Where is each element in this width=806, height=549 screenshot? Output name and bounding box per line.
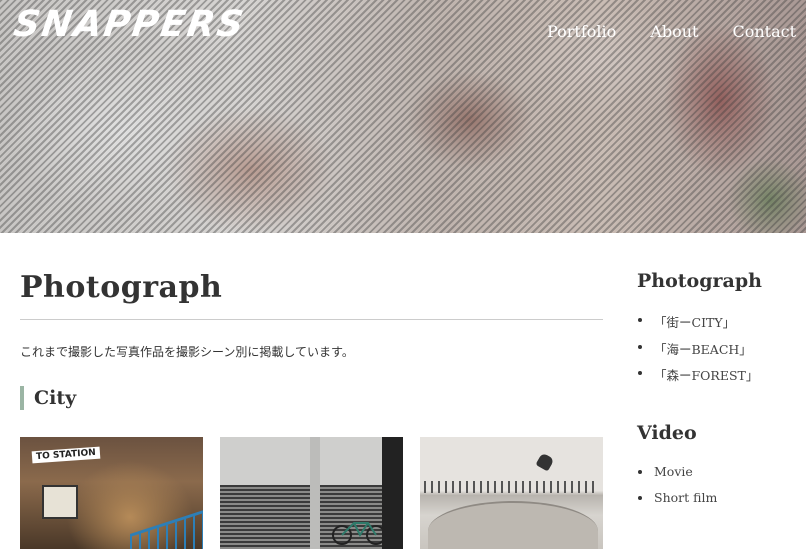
page-title: Photograph: [20, 270, 223, 305]
pillar-shape: [310, 437, 320, 549]
sidebar-section-video: Video Movie Short film: [637, 422, 802, 517]
crowd-shape: [424, 481, 599, 493]
photo-gallery: TO STATION: [20, 437, 603, 549]
bicycle-icon: [332, 522, 386, 545]
railing-shape: [130, 508, 203, 549]
skate-bowl-shape: [428, 501, 598, 549]
sidebar: Photograph 「街ーCITY」 「海ーBEACH」 「森ーFOREST」…: [637, 270, 802, 517]
sidebar-title-photograph: Photograph: [637, 270, 762, 292]
main-content: Photograph これまで撮影した写真作品を撮影シーン別に掲載しています。 …: [20, 270, 603, 549]
shutter-shape: [220, 485, 310, 549]
sidebar-item-forest[interactable]: 「森ーFOREST」: [637, 365, 802, 392]
photo-thumbnail-shutters[interactable]: [220, 437, 403, 549]
skater-shape: [535, 452, 555, 472]
sidebar-item-city[interactable]: 「街ーCITY」: [637, 312, 802, 339]
poster-shape: [42, 485, 78, 519]
station-sign: TO STATION: [31, 446, 101, 464]
intro-text: これまで撮影した写真作品を撮影シーン別に掲載しています。: [20, 345, 354, 359]
nav-link-contact[interactable]: Contact: [732, 22, 796, 41]
nav-link-about[interactable]: About: [650, 22, 698, 41]
site-logo[interactable]: SNAPPERS: [11, 4, 248, 45]
main-nav: Portfolio About Contact: [547, 22, 796, 41]
nav-link-portfolio[interactable]: Portfolio: [547, 22, 616, 41]
sidebar-item-beach[interactable]: 「海ーBEACH」: [637, 339, 802, 366]
sidebar-list-video: Movie Short film: [637, 464, 802, 517]
sidebar-list-photograph: 「街ーCITY」 「海ーBEACH」 「森ーFOREST」: [637, 312, 802, 392]
section-heading-city: City: [20, 386, 603, 410]
photo-thumbnail-skatepark[interactable]: [420, 437, 603, 549]
sidebar-item-short-film[interactable]: Short film: [637, 490, 802, 517]
hero-header: SNAPPERS Portfolio About Contact: [0, 0, 806, 233]
title-divider: [20, 319, 603, 320]
sidebar-title-video: Video: [637, 421, 697, 444]
sidebar-item-movie[interactable]: Movie: [637, 464, 802, 491]
photo-thumbnail-station[interactable]: TO STATION: [20, 437, 203, 549]
